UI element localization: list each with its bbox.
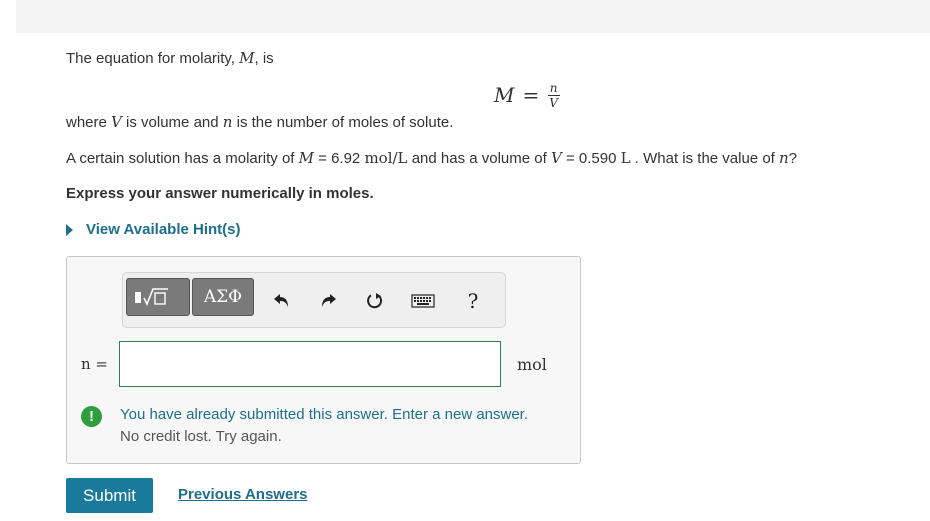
equation-numerator: n — [549, 80, 558, 95]
feedback-line2: No credit lost. Try again. — [120, 428, 282, 445]
equation-denominator: V — [549, 95, 558, 110]
redo-icon[interactable] — [317, 289, 341, 313]
hint-label: View Available Hint(s) — [86, 221, 241, 238]
question-vvar: V — [550, 149, 562, 167]
answer-label: n = — [81, 355, 108, 373]
where-v: V — [111, 113, 122, 131]
view-hints-link[interactable]: View Available Hint(s) — [66, 221, 241, 238]
reset-icon[interactable] — [363, 289, 387, 313]
where-t2: is volume and — [121, 114, 223, 131]
question-t2: = 6.92 — [313, 150, 365, 167]
instruction-text: Express your answer numerically in moles… — [66, 185, 374, 202]
equation-lhs: M — [494, 83, 515, 107]
molarity-equation: M = n V — [494, 80, 560, 110]
where-n: n — [222, 113, 233, 131]
feedback-line1: You have already submitted this answer. … — [120, 406, 529, 423]
intro-suffix: , is — [254, 50, 274, 67]
answer-panel: ΑΣΦ ? n = mol ! You have already submitt… — [66, 256, 581, 464]
intro-var: M — [239, 49, 255, 67]
question-t6: ? — [788, 150, 798, 167]
question-unit1: mol/L — [364, 149, 408, 167]
question-nvar: n — [779, 149, 789, 167]
templates-icon — [135, 288, 168, 306]
templates-button[interactable] — [126, 278, 190, 316]
question-t1: A certain solution has a molarity of — [66, 150, 299, 167]
where-t1: where — [66, 114, 112, 131]
caret-right-icon — [66, 223, 73, 236]
answer-input[interactable] — [119, 341, 501, 387]
submit-button[interactable]: Submit — [66, 478, 153, 513]
help-icon[interactable]: ? — [461, 289, 485, 313]
alert-icon: ! — [81, 406, 102, 427]
equation-equals: = — [522, 83, 540, 107]
question-t5: . What is the value of — [630, 150, 779, 167]
previous-answers-link[interactable]: Previous Answers — [178, 486, 308, 503]
equation-fraction: n V — [547, 82, 560, 109]
question-unit2: L — [620, 149, 631, 167]
answer-unit: mol — [517, 355, 547, 374]
question-t3: and has a volume of — [407, 150, 551, 167]
question-mvar: M — [298, 149, 314, 167]
top-bar — [16, 0, 930, 33]
question-text: A certain solution has a molarity of M =… — [66, 148, 797, 169]
keyboard-icon[interactable] — [411, 289, 435, 313]
symbols-button[interactable]: ΑΣΦ — [192, 278, 254, 316]
where-t3: is the number of moles of solute. — [232, 114, 454, 131]
feedback-message: ! You have already submitted this answer… — [81, 404, 528, 448]
undo-icon[interactable] — [269, 289, 293, 313]
math-toolbar: ΑΣΦ ? — [122, 272, 506, 328]
where-text: where V is volume and n is the number of… — [66, 112, 453, 133]
intro-text: The equation for molarity, M, is — [66, 48, 274, 69]
question-t4: = 0.590 — [561, 150, 621, 167]
intro-lead: The equation for molarity, — [66, 50, 240, 67]
